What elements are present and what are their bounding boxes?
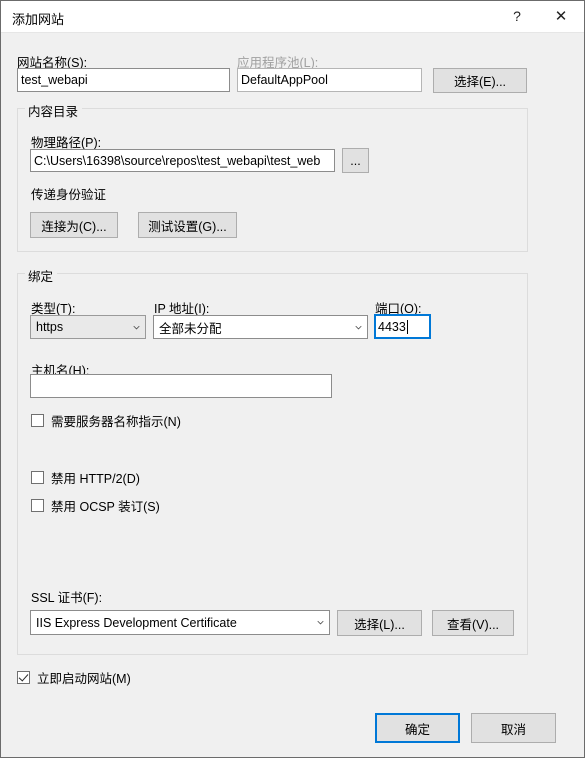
ip-address-value: 全部未分配 <box>159 321 222 336</box>
chevron-down-icon <box>350 324 367 331</box>
connect-as-button[interactable]: 连接为(C)... <box>30 212 118 238</box>
start-website-immediately-checkbox[interactable]: 立即启动网站(M) <box>17 668 131 687</box>
browse-physical-path-button[interactable]: ... <box>342 148 369 173</box>
disable-http2-checkbox[interactable]: 禁用 HTTP/2(D) <box>31 468 140 487</box>
close-icon: ✕ <box>554 6 568 25</box>
binding-group-title: 绑定 <box>25 266 58 285</box>
title-bar: 添加网站 ? ✕ <box>1 1 584 33</box>
host-name-input[interactable] <box>30 374 332 398</box>
binding-type-select[interactable]: https <box>30 315 146 339</box>
text-caret <box>406 319 408 334</box>
add-website-dialog: 添加网站 ? ✕ 网站名称(S): test_webapi 应用程序池(L): … <box>0 0 585 758</box>
checkbox-box <box>31 471 44 484</box>
question-mark-icon: ? <box>513 8 521 24</box>
content-directory-group-title: 内容目录 <box>25 101 83 120</box>
chevron-down-icon <box>312 619 329 626</box>
help-button[interactable]: ? <box>495 1 539 31</box>
ssl-certificate-value: IIS Express Development Certificate <box>36 615 237 630</box>
port-input[interactable]: 4433 <box>374 314 431 339</box>
site-name-input[interactable]: test_webapi <box>17 68 230 92</box>
require-sni-checkbox[interactable]: 需要服务器名称指示(N) <box>31 411 181 430</box>
test-settings-button[interactable]: 测试设置(G)... <box>138 212 237 238</box>
select-app-pool-button[interactable]: 选择(E)... <box>433 68 527 93</box>
port-value: 4433 <box>378 319 406 334</box>
start-website-immediately-label: 立即启动网站(M) <box>37 672 131 686</box>
cancel-button[interactable]: 取消 <box>471 713 556 743</box>
ok-button[interactable]: 确定 <box>375 713 460 743</box>
ip-address-select[interactable]: 全部未分配 <box>153 315 368 339</box>
checkbox-box <box>17 671 30 684</box>
binding-type-value: https <box>36 320 64 334</box>
app-pool-input: DefaultAppPool <box>237 68 422 92</box>
checkbox-box <box>31 499 44 512</box>
pass-through-authentication-label: 传递身份验证 <box>31 188 107 202</box>
require-sni-label: 需要服务器名称指示(N) <box>51 415 181 429</box>
ssl-certificate-label: SSL 证书(F): <box>31 591 103 605</box>
disable-ocsp-checkbox[interactable]: 禁用 OCSP 装订(S) <box>31 496 160 515</box>
disable-http2-label: 禁用 HTTP/2(D) <box>51 472 140 486</box>
physical-path-input[interactable]: C:\Users\16398\source\repos\test_webapi\… <box>30 149 335 172</box>
checkbox-box <box>31 414 44 427</box>
dialog-title: 添加网站 <box>12 12 65 27</box>
chevron-down-icon <box>128 324 145 331</box>
close-button[interactable]: ✕ <box>539 1 583 31</box>
view-ssl-certificate-button[interactable]: 查看(V)... <box>432 610 514 636</box>
disable-ocsp-label: 禁用 OCSP 装订(S) <box>51 500 160 514</box>
ssl-certificate-select[interactable]: IIS Express Development Certificate <box>30 610 330 635</box>
select-ssl-certificate-button[interactable]: 选择(L)... <box>337 610 422 636</box>
